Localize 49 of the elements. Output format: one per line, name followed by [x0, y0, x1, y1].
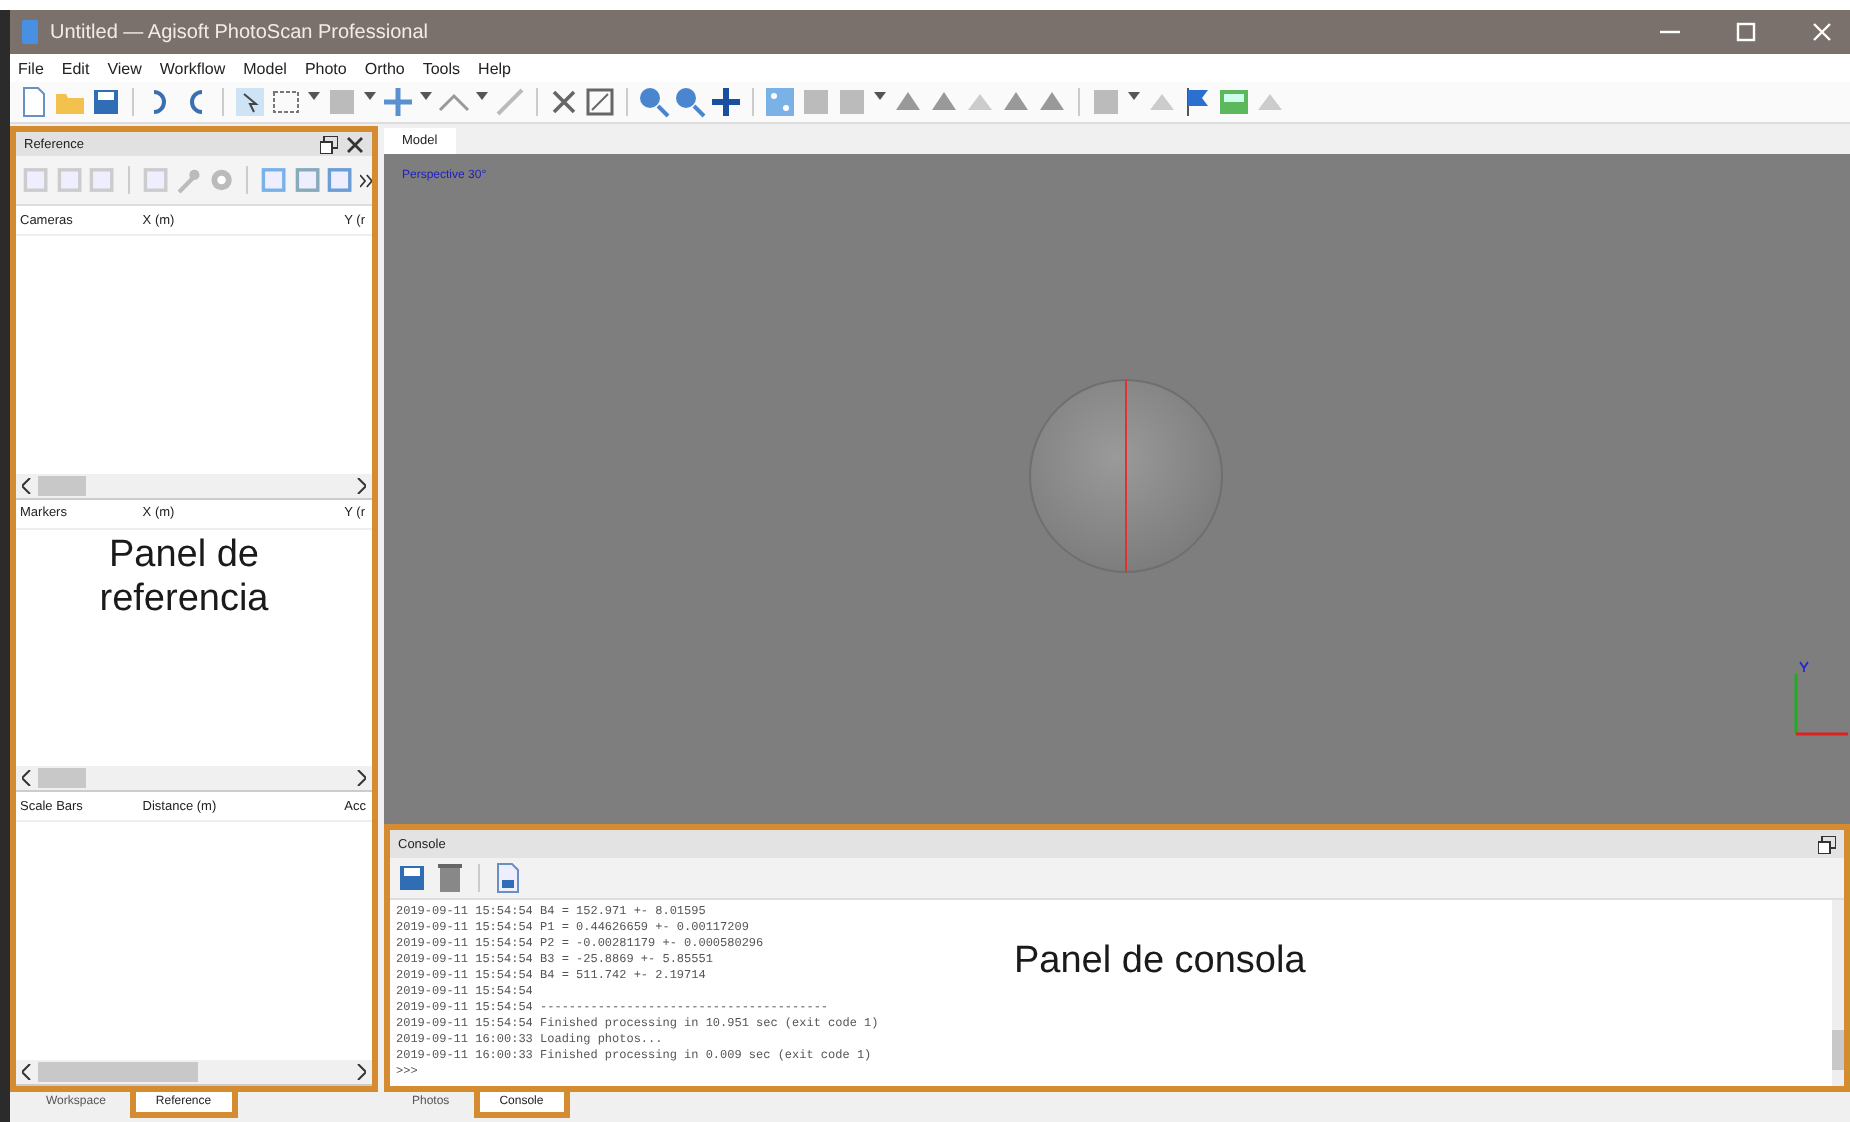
script-icon[interactable]	[492, 862, 524, 894]
navigation-icon[interactable]	[710, 86, 742, 118]
trash-icon[interactable]	[434, 862, 466, 894]
scroll-left-icon[interactable]	[22, 770, 32, 787]
menu-item[interactable]: Workflow	[159, 59, 226, 77]
scroll-left-icon[interactable]	[22, 477, 32, 494]
delete-icon[interactable]	[548, 86, 580, 118]
zoom-in-icon[interactable]	[674, 86, 706, 118]
scrollbar-thumb[interactable]	[38, 768, 86, 789]
flag-icon[interactable]	[1182, 86, 1214, 118]
scrollbar-thumb[interactable]	[38, 1062, 198, 1083]
menu-item[interactable]: Tools	[422, 59, 461, 77]
horizontal-scrollbar[interactable]	[16, 1060, 372, 1085]
menu-item[interactable]: Help	[478, 59, 511, 77]
menu-item[interactable]: File	[18, 59, 44, 77]
save-icon[interactable]	[90, 86, 122, 118]
rectangle-selection-icon[interactable]	[270, 86, 302, 118]
horizontal-scrollbar[interactable]	[16, 766, 372, 791]
menu-item[interactable]: Ortho	[364, 59, 405, 77]
undock-icon[interactable]	[1818, 835, 1836, 853]
move-icon[interactable]	[382, 86, 414, 118]
points-icon[interactable]	[764, 86, 796, 118]
annotation-label: Panel de referencia	[97, 533, 271, 621]
undock-icon[interactable]	[320, 135, 338, 153]
menu-item[interactable]: Edit	[61, 59, 90, 77]
new-file-icon[interactable]	[18, 86, 50, 118]
scroll-right-icon[interactable]	[356, 477, 366, 494]
scroll-left-icon[interactable]	[22, 1064, 32, 1081]
vertical-scrollbar[interactable]	[1832, 900, 1844, 1086]
close-icon[interactable]	[346, 135, 364, 153]
scrollbar-thumb[interactable]	[38, 475, 86, 496]
scrollbar-thumb[interactable]	[1832, 1030, 1844, 1070]
horizontal-scrollbar[interactable]	[16, 473, 372, 498]
axes-icon	[1790, 658, 1850, 738]
app-icon	[22, 20, 38, 44]
crop-icon[interactable]	[584, 86, 616, 118]
menu-item[interactable]: Model	[243, 59, 287, 77]
select-icon[interactable]	[234, 86, 266, 118]
scroll-right-icon[interactable]	[356, 770, 366, 787]
menu-item[interactable]: View	[107, 59, 142, 77]
save-icon[interactable]	[396, 862, 428, 894]
overflow-icon[interactable]	[360, 173, 372, 187]
wrench-icon[interactable]	[174, 164, 202, 196]
scroll-right-icon[interactable]	[356, 1064, 366, 1081]
annotation-label: Panel de consola	[1014, 940, 1306, 984]
maximize-icon[interactable]	[1734, 20, 1758, 44]
menu-item[interactable]: Photo	[304, 59, 347, 77]
window-title: Untitled — Agisoft PhotoScan Professional	[50, 21, 430, 43]
zoom-in-icon[interactable]	[638, 86, 670, 118]
